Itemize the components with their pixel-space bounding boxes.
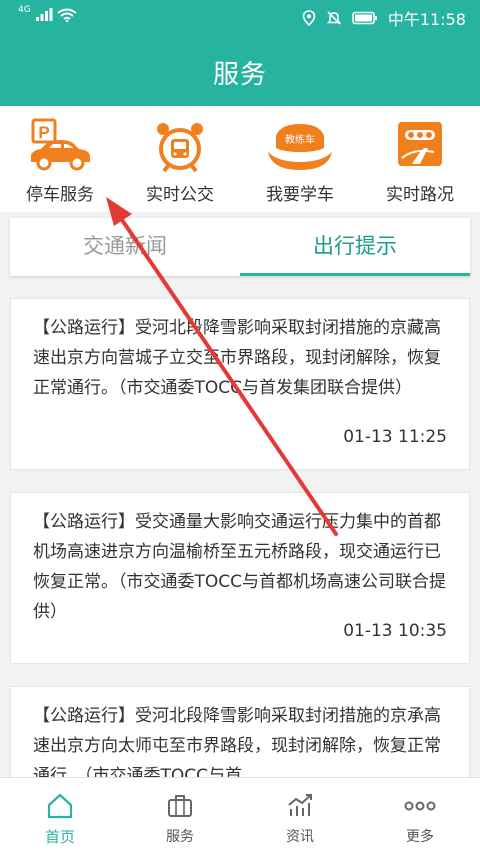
nav-label: 资讯 [286, 829, 314, 845]
nav-label: 首页 [44, 828, 75, 846]
tab-travel-tips[interactable]: 出行提示 [240, 218, 470, 276]
tab-traffic-news[interactable]: 交通新闻 [10, 218, 240, 276]
battery-icon [352, 11, 377, 25]
nav-news[interactable]: 资讯 [240, 778, 360, 853]
news-time: 01-13 11:25 [343, 427, 447, 447]
nav-services[interactable]: 服务 [120, 778, 240, 853]
chart-trend-icon [288, 794, 312, 816]
news-tabs: 交通新闻 出行提示 [10, 218, 470, 276]
service-label: 停车服务 [26, 185, 94, 205]
icon-badge-text: 教练车 [285, 133, 315, 146]
news-card[interactable]: 【公路运行】受河北段降雪影响采取封闭措施的京藏高速出京方向营城子立交至市界路段，… [10, 298, 470, 470]
page-title: 服务 [212, 60, 267, 90]
app-header: 4G 中午11:58 服务 [0, 0, 480, 106]
traffic-road-icon [398, 122, 442, 166]
service-parking[interactable]: P 停车服务 [0, 106, 120, 212]
location-icon [302, 10, 316, 26]
news-text: 【公路运行】受河北段降雪影响采取封闭措施的京承高速出京方向太师屯至市界路段，现封… [33, 706, 441, 786]
service-traffic-conditions[interactable]: 实时路况 [360, 106, 480, 212]
network-type: 4G [18, 5, 31, 15]
service-label: 实时路况 [386, 185, 454, 205]
signal-icon [35, 8, 53, 21]
driving-school-icon: 教练车 [268, 124, 332, 170]
service-label: 我要学车 [266, 185, 334, 205]
svg-text:P: P [38, 123, 49, 142]
news-text: 【公路运行】受交通量大影响交通运行压力集中的首都机场高速进京方向温榆桥至五元桥路… [33, 512, 447, 622]
service-driving-school[interactable]: 教练车 我要学车 [240, 106, 360, 212]
active-tab-indicator [240, 273, 470, 276]
nav-more[interactable]: 更多 [360, 778, 480, 853]
mute-bell-icon [326, 11, 342, 25]
nav-label: 更多 [406, 829, 434, 845]
status-time: 中午11:58 [387, 10, 466, 29]
service-realtime-bus[interactable]: 实时公交 [120, 106, 240, 212]
briefcase-icon [168, 795, 192, 817]
bottom-nav: 首页 服务 资讯 更多 [0, 777, 480, 853]
parking-car-icon: P [31, 118, 90, 171]
news-card[interactable]: 【公路运行】受河北段降雪影响采取封闭措施的京承高速出京方向太师屯至市界路段，现封… [10, 686, 470, 786]
nav-home[interactable]: 首页 [0, 778, 120, 853]
news-card[interactable]: 【公路运行】受交通量大影响交通运行压力集中的首都机场高速进京方向温榆桥至五元桥路… [10, 492, 470, 664]
news-text: 【公路运行】受河北段降雪影响采取封闭措施的京藏高速出京方向营城子立交至市界路段，… [33, 318, 441, 398]
service-label: 实时公交 [146, 185, 214, 205]
status-bar: 4G 中午11:58 [0, 0, 480, 34]
news-time: 01-13 10:35 [343, 621, 447, 641]
more-dots-icon [404, 801, 436, 811]
wifi-icon [57, 8, 77, 22]
home-icon [47, 793, 73, 819]
service-shortcuts: P 停车服务 实时公交 教练车 我要学车 实时路况 [0, 106, 480, 212]
bus-clock-icon [157, 123, 203, 173]
nav-label: 服务 [166, 829, 194, 845]
